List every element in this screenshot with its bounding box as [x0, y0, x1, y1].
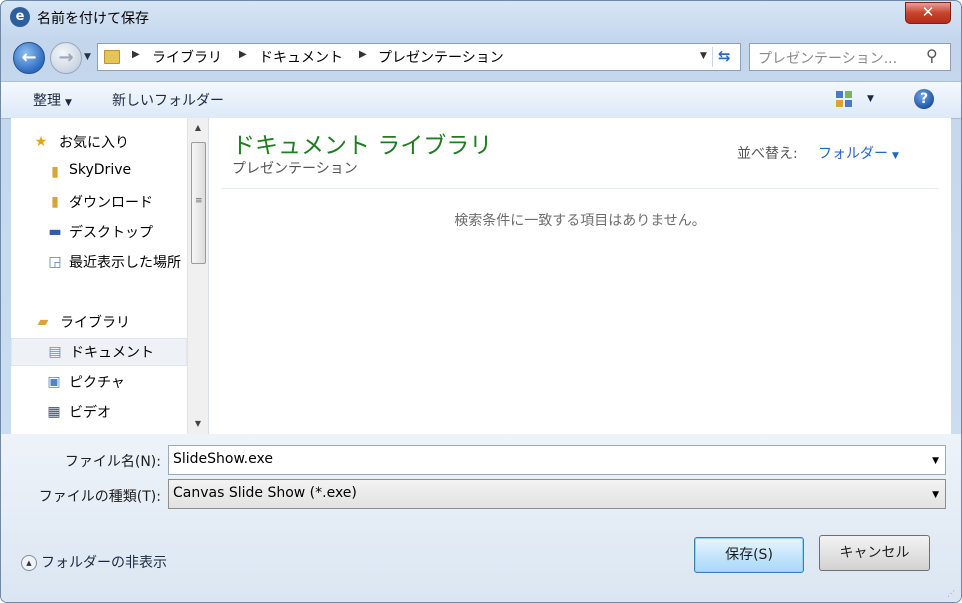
sort-by-dropdown[interactable]: フォルダー ▼ [818, 143, 899, 163]
hide-folders-label: フォルダーの非表示 [41, 555, 167, 571]
window-title: 名前を付けて保存 [37, 11, 149, 27]
sidebar-scrollbar[interactable]: ▲ ≡ ▼ [187, 118, 208, 434]
navigation-bar: ← → ▼ ▶ ライブラリ ▶ ドキュメント ▶ プレゼンテーション ▼ ⇆ プ… [1, 37, 961, 75]
search-box[interactable]: プレゼンテーション... ⚲ [749, 43, 951, 71]
sidebar-item-documents[interactable]: ▤ ドキュメント [11, 338, 187, 366]
filetype-label: ファイルの種類(T): [38, 489, 161, 505]
scroll-down-icon[interactable]: ▼ [188, 416, 208, 432]
save-button[interactable]: 保存(S) [694, 537, 804, 573]
back-button[interactable]: ← [13, 42, 45, 74]
sidebar-item-videos[interactable]: ▦ ビデオ [11, 398, 187, 426]
refresh-icon[interactable]: ⇆ [718, 47, 731, 65]
close-button[interactable]: ✕ [905, 2, 951, 24]
sidebar-item-label: デスクトップ [69, 225, 153, 241]
view-options-dropdown-icon[interactable]: ▼ [867, 94, 874, 104]
title-bar: e 名前を付けて保存 ✕ [1, 1, 961, 35]
chevron-down-icon[interactable]: ▼ [932, 456, 939, 466]
chevron-up-icon: ▲ [21, 555, 37, 571]
pictures-library-icon: ▣ [47, 374, 61, 390]
folder-icon [104, 50, 120, 64]
app-icon: e [10, 7, 30, 27]
sidebar-item-label: お気に入り [59, 135, 129, 151]
search-input[interactable]: プレゼンテーション... [758, 48, 918, 68]
help-icon[interactable]: ? [914, 89, 934, 109]
organize-button[interactable]: 整理 ▼ [33, 90, 72, 110]
documents-library-icon: ▤ [48, 344, 62, 360]
sidebar-item-desktop[interactable]: ▬ デスクトップ [11, 218, 187, 246]
videos-library-icon: ▦ [47, 404, 61, 420]
library-subtitle: プレゼンテーション [232, 161, 358, 177]
sidebar-item-label: ダウンロード [69, 195, 153, 211]
breadcrumb-arrow-icon[interactable]: ▶ [239, 49, 247, 60]
recent-places-icon: ◲ [48, 254, 62, 270]
sidebar-item-label: 最近表示した場所 [69, 255, 181, 271]
divider [221, 188, 939, 189]
empty-message: 検索条件に一致する項目はありません。 [454, 213, 706, 229]
breadcrumb-documents[interactable]: ドキュメント [259, 47, 343, 67]
breadcrumb-arrow-icon[interactable]: ▶ [359, 49, 367, 60]
scrollbar-thumb[interactable]: ≡ [191, 142, 206, 264]
downloads-folder-icon: ▮ [51, 194, 59, 210]
grip-icon: ≡ [195, 196, 203, 206]
forward-button[interactable]: → [50, 42, 82, 74]
cancel-button[interactable]: キャンセル [819, 535, 930, 571]
filename-value: SlideShow.exe [173, 451, 273, 467]
sidebar-item-skydrive[interactable]: ▮ SkyDrive [11, 158, 187, 186]
chevron-down-icon: ▼ [892, 151, 899, 161]
libraries-icon: ▰ [37, 314, 49, 330]
breadcrumb-presentations[interactable]: プレゼンテーション [378, 47, 504, 67]
address-separator [712, 47, 713, 67]
recent-pages-dropdown-icon[interactable]: ▼ [84, 52, 91, 62]
sidebar-item-downloads[interactable]: ▮ ダウンロード [11, 188, 187, 216]
organize-label: 整理 [33, 93, 61, 109]
filetype-select[interactable]: Canvas Slide Show (*.exe) ▼ [168, 479, 946, 509]
breadcrumb-libraries[interactable]: ライブラリ [152, 47, 222, 67]
chevron-down-icon[interactable]: ▼ [932, 490, 939, 500]
desktop-icon: ▬ [48, 224, 62, 240]
sort-value: フォルダー [818, 146, 888, 162]
save-as-dialog: e 名前を付けて保存 ✕ ← → ▼ ▶ ライブラリ ▶ ドキュメント ▶ プレ… [0, 0, 962, 603]
sort-label: 並べ替え: [737, 146, 798, 162]
new-folder-button[interactable]: 新しいフォルダー [112, 90, 224, 110]
navigation-pane: ★ お気に入り ▮ SkyDrive ▮ ダウンロード ▬ デスクトップ ◲ 最… [11, 118, 209, 434]
sidebar-item-recent-places[interactable]: ◲ 最近表示した場所 [11, 248, 187, 276]
sidebar-item-libraries[interactable]: ▰ ライブラリ [11, 308, 187, 336]
breadcrumb-arrow-icon[interactable]: ▶ [132, 49, 140, 60]
command-bar: 整理 ▼ 新しいフォルダー ▼ ? [1, 81, 961, 119]
sidebar-item-label: SkyDrive [69, 162, 132, 178]
filetype-value: Canvas Slide Show (*.exe) [173, 485, 357, 501]
address-dropdown-icon[interactable]: ▼ [700, 51, 707, 61]
resize-grip-icon[interactable]: ⋰ [947, 589, 955, 598]
filename-field[interactable]: SlideShow.exe ▼ [168, 445, 946, 475]
hide-folders-toggle[interactable]: ▲ フォルダーの非表示 [21, 552, 167, 572]
star-icon: ★ [34, 134, 48, 150]
sidebar-item-label: ビデオ [69, 405, 111, 421]
address-bar[interactable]: ▶ ライブラリ ▶ ドキュメント ▶ プレゼンテーション ▼ ⇆ [97, 43, 741, 71]
skydrive-folder-icon: ▮ [51, 164, 59, 180]
search-icon[interactable]: ⚲ [926, 46, 938, 65]
scroll-up-icon[interactable]: ▲ [188, 120, 208, 136]
sidebar-item-favorites[interactable]: ★ お気に入り [11, 128, 187, 156]
change-view-icon[interactable] [836, 91, 852, 107]
sidebar-item-label: ピクチャ [69, 375, 125, 391]
library-title: ドキュメント ライブラリ [232, 133, 493, 159]
save-form: ファイル名(N): SlideShow.exe ▼ ファイルの種類(T): Ca… [1, 434, 961, 602]
chevron-down-icon: ▼ [65, 98, 72, 108]
file-list-pane[interactable]: ドキュメント ライブラリ プレゼンテーション 並べ替え: フォルダー ▼ 検索条件… [209, 118, 951, 434]
sidebar-item-label: ドキュメント [70, 345, 154, 361]
sidebar-item-label: ライブラリ [60, 315, 130, 331]
filename-label: ファイル名(N): [64, 454, 161, 470]
sidebar-item-pictures[interactable]: ▣ ピクチャ [11, 368, 187, 396]
